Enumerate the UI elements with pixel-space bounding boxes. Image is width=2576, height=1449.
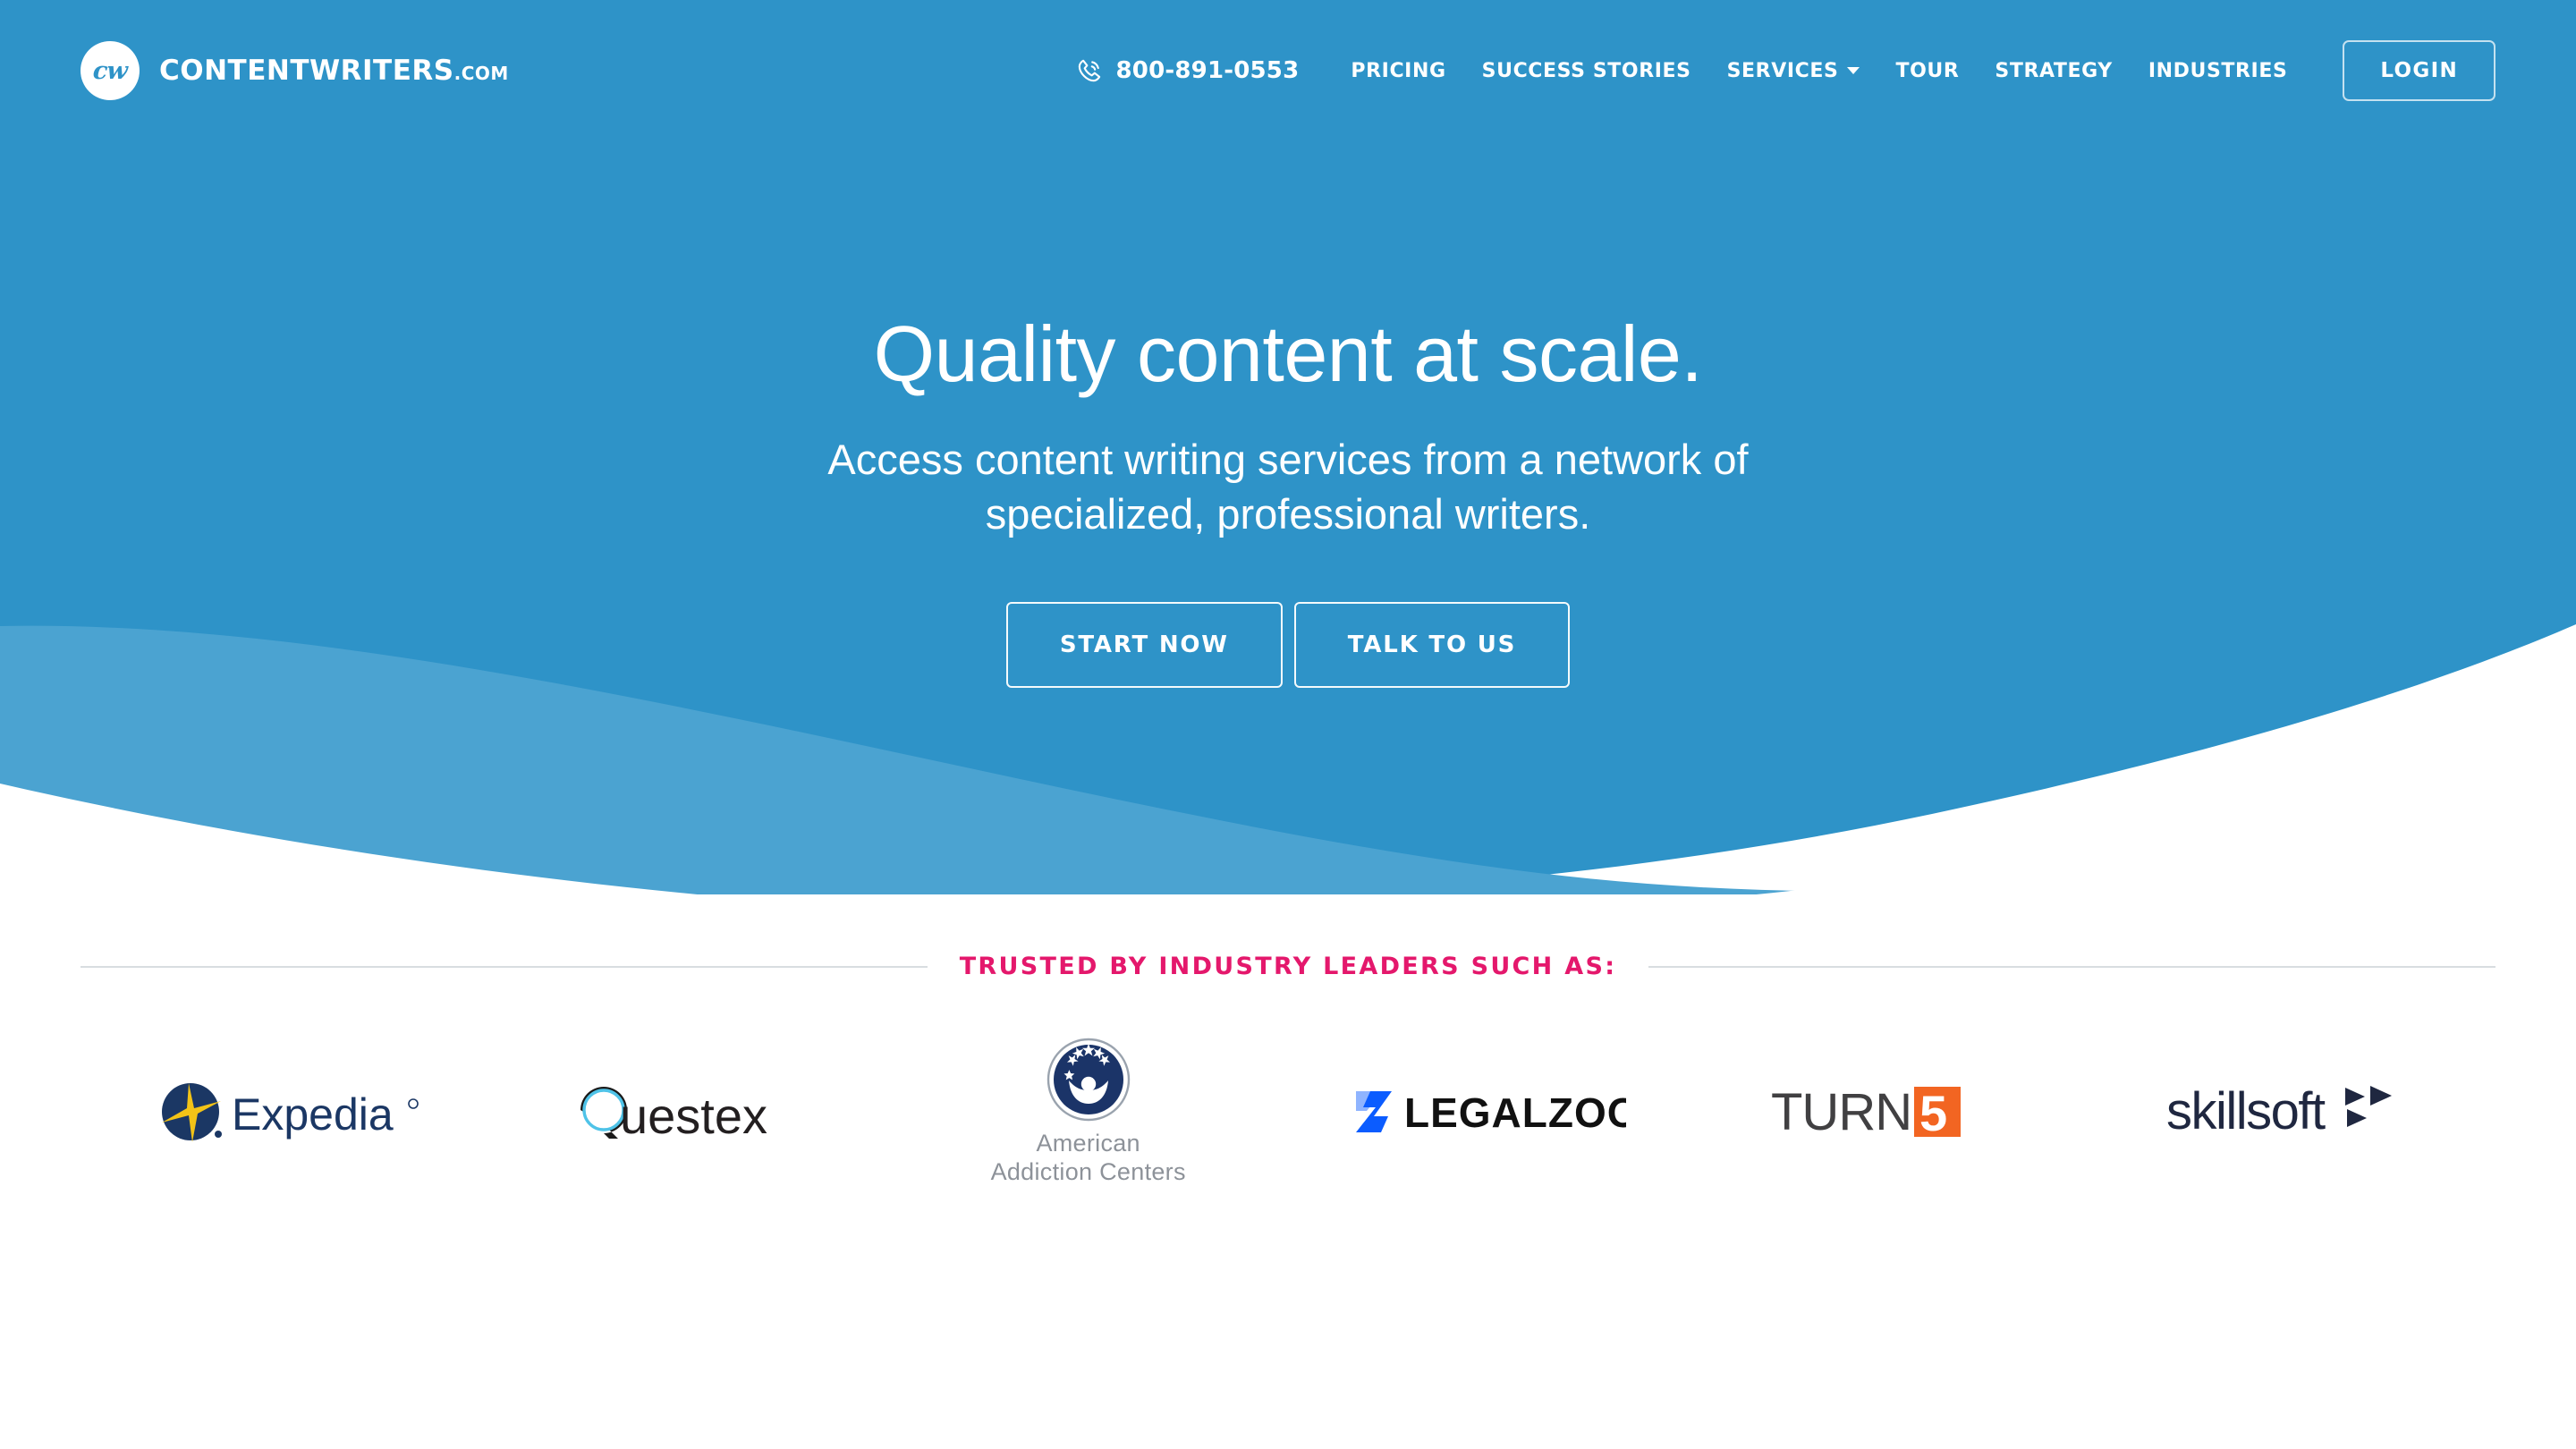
phone-number: 800-891-0553: [1115, 57, 1300, 84]
nav-item-label: SERVICES: [1726, 59, 1839, 82]
expedia-logo: Expedia: [162, 1083, 419, 1142]
nav-item-industries[interactable]: INDUSTRIES: [2148, 60, 2288, 82]
chevron-down-icon: [1847, 67, 1860, 74]
client-logo-row: Expedia uestex American Addiction Center…: [0, 1036, 2576, 1188]
nav-item-strategy[interactable]: STRATEGY: [1995, 60, 2112, 82]
client-logo-questex: uestex: [489, 1036, 889, 1188]
site-header: cw CONTENTWRITERS .COM 800-891-0553 PRICI…: [0, 0, 2576, 141]
client-logo-legalzoom: LEGALZOOM: [1288, 1036, 1688, 1188]
skillsoft-logo: skillsoft: [2166, 1082, 2392, 1140]
hero-subtitle-line1: Access content writing services from a n…: [827, 436, 1749, 484]
cw-monogram-icon: cw: [80, 41, 140, 100]
start-now-button[interactable]: START NOW: [1005, 601, 1283, 688]
hero-cta-group: START NOW TALK TO US: [0, 601, 2576, 688]
nav-item-label: SUCCESS STORIES: [1481, 59, 1691, 82]
divider-left: [80, 965, 928, 968]
client-logo-american-addiction-centers: American Addiction Centers: [888, 1036, 1288, 1188]
main-navigation: 800-891-0553 PRICING SUCCESS STORIES SER…: [1074, 40, 2496, 101]
trusted-by-label: TRUSTED BY INDUSTRY LEADERS SUCH AS:: [959, 953, 1617, 980]
hero-subtitle: Access content writing services from a n…: [760, 433, 1816, 540]
client-logo-expedia: Expedia: [89, 1036, 489, 1188]
american-addiction-centers-logo: [1046, 1038, 1130, 1121]
svg-text:5: 5: [1919, 1085, 1947, 1140]
nav-item-pricing[interactable]: PRICING: [1351, 60, 1445, 82]
questex-logo: uestex: [580, 1087, 767, 1144]
login-button[interactable]: LOGIN: [2343, 40, 2496, 101]
nav-item-success-stories[interactable]: SUCCESS STORIES: [1482, 60, 1691, 82]
hero-title: Quality content at scale.: [873, 309, 1703, 398]
hero-subtitle-line2: specialized, professional writers.: [985, 489, 1591, 538]
trusted-by-section: TRUSTED BY INDUSTRY LEADERS SUCH AS: Exp…: [0, 953, 2576, 1188]
american-addiction-centers-wordmark: American Addiction Centers: [991, 1130, 1186, 1187]
aac-line2: Addiction Centers: [990, 1157, 1186, 1185]
phone-icon: [1078, 59, 1100, 82]
client-logo-skillsoft: skillsoft: [2087, 1036, 2487, 1188]
svg-text:skillsoft: skillsoft: [2166, 1082, 2326, 1140]
talk-to-us-button[interactable]: TALK TO US: [1293, 601, 1571, 688]
nav-item-services[interactable]: SERVICES: [1727, 60, 1860, 82]
nav-item-tour[interactable]: TOUR: [1895, 60, 1959, 82]
brand-name: CONTENTWRITERS: [159, 55, 454, 87]
divider-right: [1648, 965, 2496, 968]
brand-tld: .COM: [453, 63, 509, 84]
brand-logo-link[interactable]: cw CONTENTWRITERS .COM: [80, 41, 509, 100]
nav-item-label: INDUSTRIES: [2148, 59, 2288, 82]
nav-item-label: PRICING: [1351, 59, 1446, 82]
turn5-logo: TURN 5: [1771, 1083, 1962, 1140]
legalzoom-logo: LEGALZOOM: [1356, 1089, 1626, 1136]
svg-text:uestex: uestex: [620, 1088, 767, 1144]
svg-text:TURN: TURN: [1771, 1083, 1911, 1140]
brand-wordmark: CONTENTWRITERS .COM: [159, 55, 509, 87]
client-logo-turn5: TURN 5: [1688, 1036, 2088, 1188]
aac-line1: American: [1036, 1129, 1140, 1157]
phone-link[interactable]: 800-891-0553: [1074, 55, 1300, 86]
trusted-by-heading: TRUSTED BY INDUSTRY LEADERS SUCH AS:: [0, 953, 2576, 980]
nav-item-label: STRATEGY: [1995, 59, 2113, 82]
cw-monogram-text: cw: [92, 56, 128, 85]
nav-item-label: TOUR: [1895, 59, 1960, 82]
svg-text:Expedia: Expedia: [232, 1089, 394, 1140]
svg-text:LEGALZOOM: LEGALZOOM: [1404, 1089, 1626, 1136]
